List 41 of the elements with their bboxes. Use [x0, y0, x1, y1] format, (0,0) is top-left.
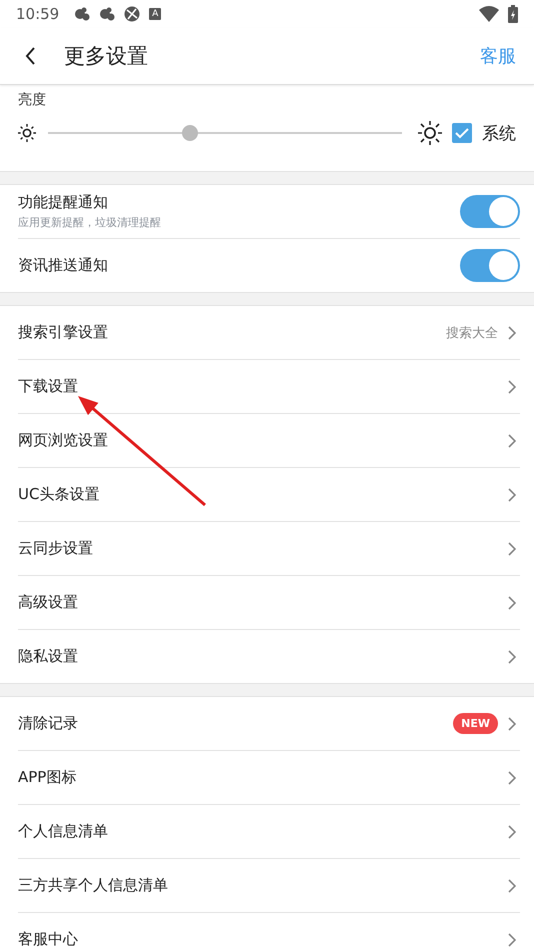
- settings-item[interactable]: UC头条设置: [18, 468, 520, 522]
- settings-item[interactable]: 客服中心: [18, 913, 520, 950]
- chevron-icon: [508, 596, 516, 610]
- toggle-switch[interactable]: [460, 195, 520, 228]
- status-time: 10:59: [16, 5, 60, 23]
- settings-item[interactable]: 搜索引擎设置 搜索大全: [18, 306, 520, 360]
- settings-item[interactable]: APP图标: [18, 751, 520, 805]
- chevron-icon: [508, 650, 516, 664]
- settings-item[interactable]: 隐私设置: [18, 630, 520, 683]
- system-label: 系统: [482, 122, 516, 144]
- back-icon[interactable]: [24, 46, 36, 66]
- chevron-icon: [508, 932, 516, 946]
- setting-value: 搜索大全: [446, 324, 498, 342]
- chevron-icon: [508, 824, 516, 838]
- sun-large-icon: [418, 121, 442, 145]
- wifi-icon: [479, 6, 499, 22]
- chevron-icon: [508, 716, 516, 730]
- settings-item[interactable]: 清除记录 NEW: [18, 697, 520, 751]
- settings-item[interactable]: 网页浏览设置: [18, 414, 520, 468]
- notification-icon: A: [149, 8, 162, 20]
- battery-icon: [508, 5, 518, 23]
- chevron-icon: [508, 434, 516, 448]
- toggle-switch[interactable]: [460, 249, 520, 282]
- settings-item[interactable]: 个人信息清单: [18, 805, 520, 859]
- chevron-icon: [508, 770, 516, 784]
- chevron-icon: [508, 488, 516, 502]
- chevron-icon: [508, 878, 516, 892]
- sun-small-icon: [18, 124, 36, 142]
- system-checkbox[interactable]: [452, 123, 472, 143]
- chevron-icon: [508, 326, 516, 340]
- setting-label: 资讯推送通知: [18, 256, 109, 275]
- setting-description: 应用更新提醒，垃圾清理提醒: [18, 215, 162, 230]
- settings-item[interactable]: 三方共享个人信息清单: [18, 859, 520, 913]
- settings-item[interactable]: 云同步设置: [18, 522, 520, 576]
- chevron-icon: [508, 542, 516, 556]
- brightness-label: 亮度: [18, 91, 46, 109]
- setting-label: 功能提醒通知: [18, 193, 109, 212]
- settings-item[interactable]: 高级设置: [18, 576, 520, 630]
- page-title: 更多设置: [64, 43, 148, 70]
- new-badge: NEW: [453, 713, 498, 734]
- chevron-icon: [508, 380, 516, 394]
